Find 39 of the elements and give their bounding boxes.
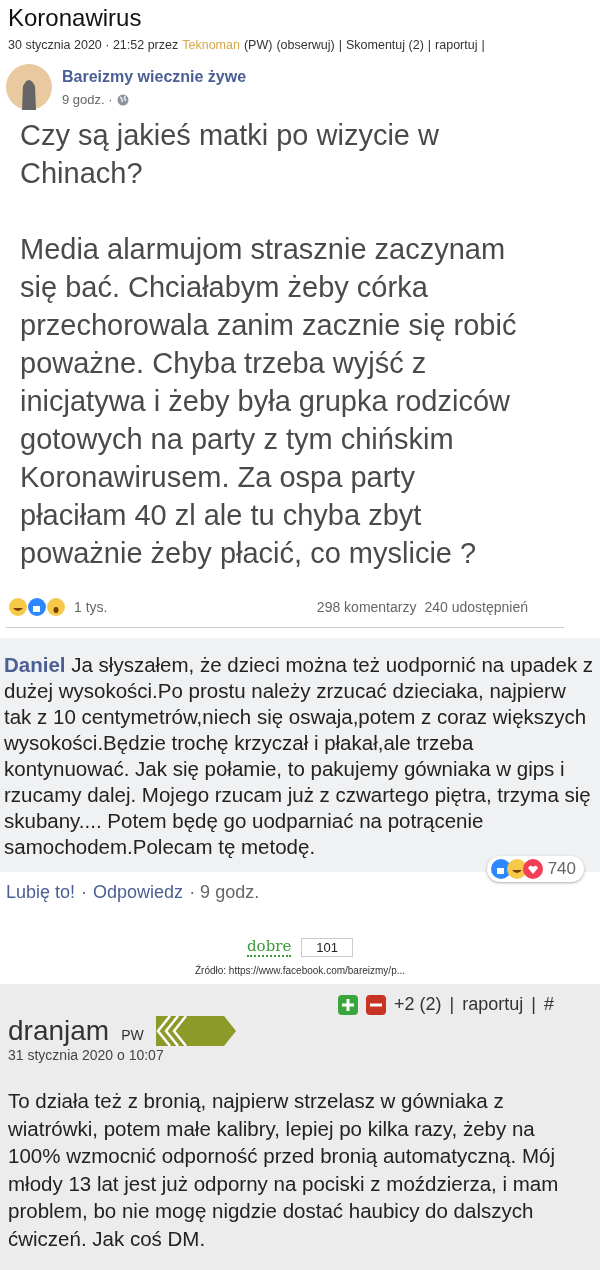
- comment-text: To działa też z bronią, najpierw strzelasz w gówniaka z wiatrówki, potem małe kalibry, lepiej po kilka razy, żeby na 100% wzmocnić odporność przed bronią automatyczną. Mój młody 13 lat jest już odporny na pociski z moździerza, i mam problem, bo nie mogę nigdzie dostać haubicy do dalszych ćwiczeń. Jak coś DM.: [8, 1088, 560, 1252]
- separator: |: [338, 38, 342, 52]
- source-text: Źródło: https://www.facebook.com/bareizmy/p...: [193, 965, 407, 976]
- article-title: Koronawirus: [8, 4, 143, 32]
- reactions-count[interactable]: 1 tys.: [74, 599, 108, 615]
- comment-date: 31 stycznia 2020 o 10:07: [8, 1047, 165, 1063]
- comment-link[interactable]: Skomentuj (2): [346, 38, 424, 52]
- avatar-icon: [6, 64, 52, 110]
- report-link[interactable]: raportuj: [462, 994, 524, 1015]
- post-time: 9 godz. ·: [62, 92, 113, 107]
- plus-icon[interactable]: [338, 994, 359, 1015]
- vote-count: 101: [301, 937, 353, 957]
- reactions-icon: [489, 858, 544, 880]
- post-paragraph: Media alarmujom strasznie zaczynam się bać. Chciałabym żeby córka przechorowala zanim zacznie się robić poważne. Chyba trzeba wyjść z inicjatywa i żeby była grupka rodziców gotowych na party z tym chińskim Koronawirusem. Za ospa party płaciłam 40 zl ale tu chyba zbyt poważnie żeby płacić, co myslicie ?: [20, 232, 518, 571]
- page-name[interactable]: Bareizmy wiecznie żywe: [62, 68, 247, 86]
- report-link[interactable]: raportuj: [435, 38, 478, 52]
- comment-time: · 9 godz.: [189, 882, 260, 903]
- rank-badge-icon: [155, 1016, 236, 1046]
- upvote-link[interactable]: dobre: [247, 937, 292, 957]
- user-rank: PW: [121, 1027, 144, 1043]
- permalink[interactable]: #: [544, 994, 554, 1015]
- separator: |: [449, 994, 455, 1015]
- dot-separator: ·: [81, 882, 88, 903]
- follow-link[interactable]: (obserwuj): [276, 38, 335, 52]
- reply-link[interactable]: Odpowiedz: [93, 882, 184, 903]
- post-paragraph: Czy są jakieś matki po wizycie w Chinach?: [20, 118, 440, 191]
- reactions-icon: [8, 597, 66, 617]
- like-link[interactable]: Lubię to!: [6, 882, 76, 903]
- comments-count[interactable]: 298 komentarzy: [316, 599, 417, 615]
- separator: |: [531, 994, 536, 1015]
- post-date: 30 stycznia 2020 · 21:52 przez: [8, 38, 179, 52]
- separator: |: [481, 38, 485, 52]
- minus-icon[interactable]: [366, 994, 387, 1015]
- comment-score: +2 (2): [394, 994, 442, 1015]
- author-rank: (PW): [243, 38, 273, 52]
- separator: |: [427, 38, 432, 52]
- username[interactable]: dranjam: [8, 1015, 110, 1047]
- reaction-badge[interactable]: 740: [486, 856, 584, 882]
- shares-count[interactable]: 240 udostępnień: [424, 599, 528, 615]
